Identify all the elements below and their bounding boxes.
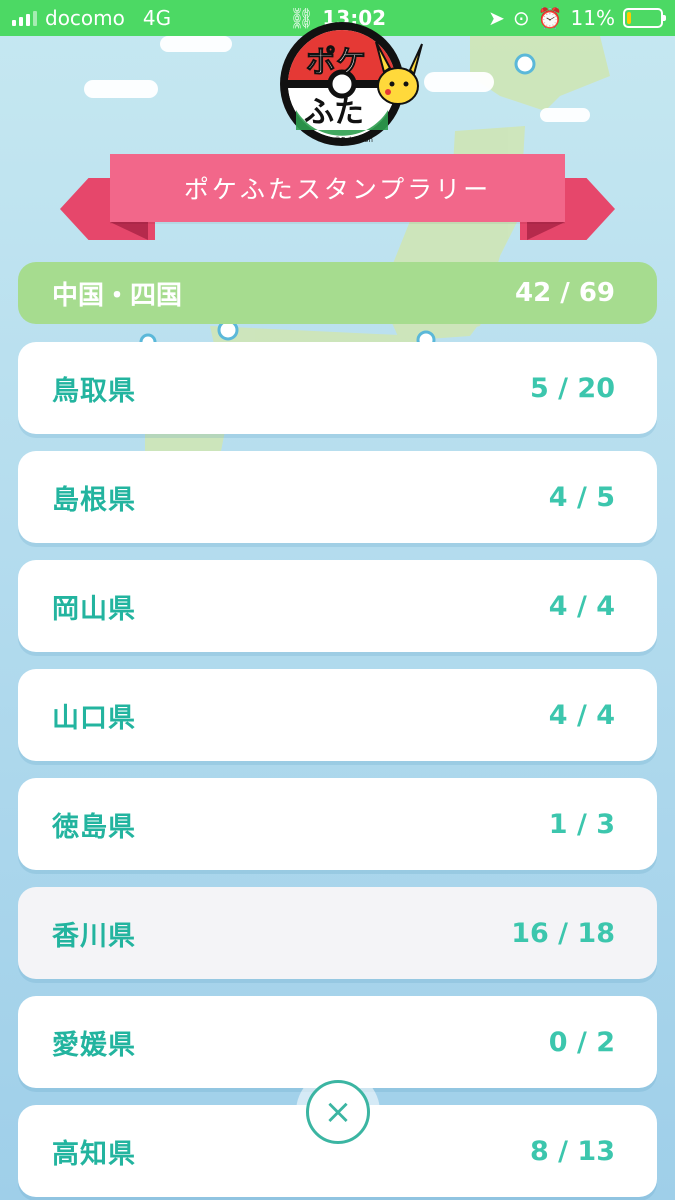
cloud <box>424 72 494 92</box>
prefecture-count: 4 / 5 <box>548 481 615 513</box>
prefecture-row-tokushima[interactable]: 徳島県 1 / 3 <box>18 778 657 870</box>
cloud <box>160 36 232 52</box>
status-left: docomo 4G <box>12 6 262 30</box>
prefecture-row-shimane[interactable]: 島根県 4 / 5 <box>18 451 657 543</box>
prefecture-count: 16 / 18 <box>511 917 615 949</box>
region-name: 中国・四国 <box>52 280 183 311</box>
logo-text-bottom: ふた <box>304 95 364 130</box>
battery-fill <box>627 12 631 24</box>
prefecture-count: 1 / 3 <box>548 808 615 840</box>
cloud <box>84 80 158 98</box>
prefecture-name: 徳島県 <box>52 811 136 843</box>
carrier-label: docomo <box>45 6 125 30</box>
region-header: 中国・四国 42 / 69 <box>18 262 657 324</box>
signal-icon <box>12 10 37 26</box>
close-icon[interactable]: × <box>306 1080 370 1144</box>
prefecture-count: 5 / 20 <box>529 372 615 404</box>
prefecture-name: 香川県 <box>52 920 136 952</box>
region-count: 42 / 69 <box>515 278 615 308</box>
alarm-icon: ⏰ <box>537 6 563 30</box>
close-button[interactable]: × <box>296 1070 380 1154</box>
prefecture-row-yamaguchi[interactable]: 山口県 4 / 4 <box>18 669 657 761</box>
rotation-lock-icon: ⊙ <box>512 6 530 30</box>
logo-text-top: ポケ <box>306 45 366 80</box>
prefecture-count: 4 / 4 <box>548 590 615 622</box>
battery-percent: 11% <box>570 6 615 30</box>
location-icon: ➤ <box>488 6 505 30</box>
page-title-banner: ポケふたスタンプラリー <box>110 154 565 222</box>
logo-copyright: ©Pokémon <box>334 136 373 144</box>
prefecture-count: 8 / 13 <box>529 1135 615 1167</box>
status-right: ➤ ⊙ ⏰ 11% <box>488 6 666 30</box>
prefecture-count: 4 / 4 <box>548 699 615 731</box>
prefecture-row-tottori[interactable]: 鳥取県 5 / 20 <box>18 342 657 434</box>
prefecture-name: 鳥取県 <box>52 375 136 407</box>
prefecture-name: 山口県 <box>52 702 136 734</box>
prefecture-name: 愛媛県 <box>52 1029 136 1061</box>
network-label: 4G <box>142 6 172 30</box>
battery-icon <box>623 8 666 28</box>
prefecture-count: 0 / 2 <box>548 1026 615 1058</box>
page-title: ポケふたスタンプラリー <box>183 175 492 204</box>
prefecture-name: 岡山県 <box>52 593 136 625</box>
prefecture-name: 高知県 <box>52 1138 136 1170</box>
prefecture-row-okayama[interactable]: 岡山県 4 / 4 <box>18 560 657 652</box>
cloud <box>540 108 590 122</box>
pokefuta-logo: ポケ ふた ©Pokémon <box>280 22 423 146</box>
prefecture-name: 島根県 <box>52 484 136 516</box>
prefecture-row-kagawa[interactable]: 香川県 16 / 18 <box>18 887 657 979</box>
